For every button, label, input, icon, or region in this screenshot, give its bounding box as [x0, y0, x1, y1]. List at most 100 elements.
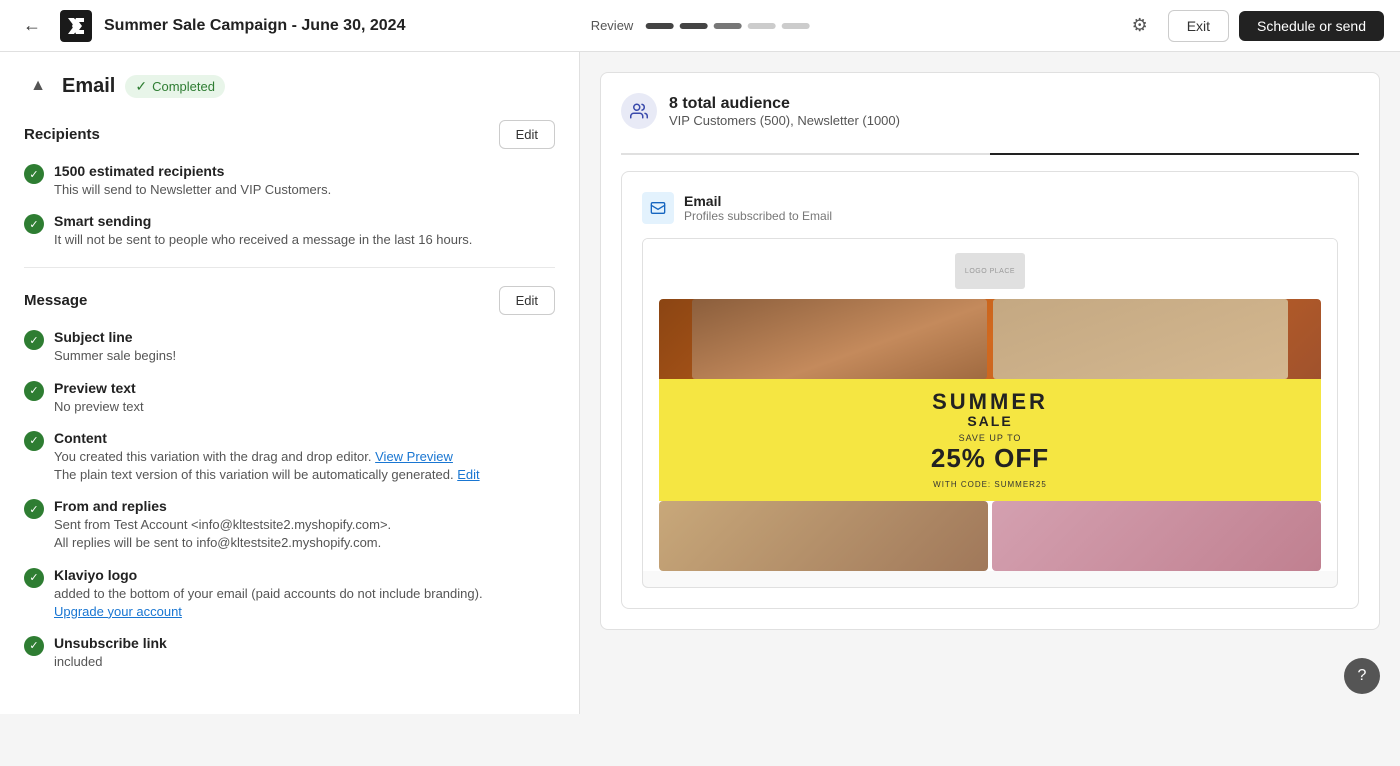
progress-dot-5	[781, 23, 809, 29]
email-card-info: Email Profiles subscribed to Email	[684, 193, 832, 223]
product-image-1	[659, 501, 988, 571]
progress-bar-container: Review	[591, 18, 810, 33]
logo-block: LOGO PLACE	[955, 253, 1025, 289]
settings-button[interactable]: ⚙	[1122, 8, 1158, 44]
content-item: ✓ Content You created this variation wit…	[24, 430, 555, 484]
sale-text-block: SUMMER SALE SAVE UP TO 25% OFF WITH CODE…	[659, 379, 1321, 501]
audience-info: 8 total audience VIP Customers (500), Ne…	[669, 95, 900, 128]
audience-card: 8 total audience VIP Customers (500), Ne…	[600, 72, 1380, 630]
collapse-button[interactable]: ▲	[24, 72, 52, 100]
sale-summer-text: SUMMER	[679, 391, 1301, 413]
klaviyo-logo-desc: added to the bottom of your email (paid …	[54, 585, 483, 621]
unsubscribe-content: Unsubscribe link included	[54, 635, 167, 671]
email-preview: LOGO PLACE	[643, 239, 1337, 571]
content-check-content: Content You created this variation with …	[54, 430, 480, 484]
audience-total: 8 total audience	[669, 95, 900, 113]
audience-sub: VIP Customers (500), Newsletter (1000)	[669, 113, 900, 128]
from-replies-item: ✓ From and replies Sent from Test Accoun…	[24, 498, 555, 552]
klaviyo-logo	[60, 10, 92, 42]
check-circle-icon: ✓	[135, 78, 147, 95]
recipients-edit-button[interactable]: Edit	[499, 120, 555, 149]
preview-text-desc: No preview text	[54, 398, 144, 416]
recipients-check-item-1: ✓ 1500 estimated recipients This will se…	[24, 163, 555, 199]
progress-label: Review	[591, 18, 634, 33]
product-image-2	[992, 501, 1321, 571]
sale-hero-image	[659, 299, 1321, 379]
subject-line-content: Subject line Summer sale begins!	[54, 329, 176, 365]
sale-save-text: SAVE UP TO	[679, 433, 1301, 443]
sale-code-text: WITH CODE: SUMMER25	[679, 480, 1301, 489]
klaviyo-logo-title: Klaviyo logo	[54, 567, 483, 583]
logo-placeholder-text: LOGO PLACE	[965, 268, 1015, 275]
main-layout: ▲ Email ✓ Completed Recipients Edit ✓ 15…	[0, 52, 1400, 714]
check-icon-content: ✓	[24, 431, 44, 451]
back-icon: ←	[23, 15, 41, 36]
message-edit-button[interactable]: Edit	[499, 286, 555, 315]
email-card-header: Email Profiles subscribed to Email	[642, 192, 1338, 224]
product-grid	[659, 501, 1321, 571]
subject-line-item: ✓ Subject line Summer sale begins!	[24, 329, 555, 365]
progress-dot-2	[679, 23, 707, 29]
left-panel: ▲ Email ✓ Completed Recipients Edit ✓ 15…	[0, 52, 580, 714]
subject-line-title: Subject line	[54, 329, 176, 345]
campaign-title: Summer Sale Campaign - June 30, 2024	[104, 17, 405, 35]
klaviyo-logo-item: ✓ Klaviyo logo added to the bottom of yo…	[24, 567, 555, 621]
from-replies-content: From and replies Sent from Test Account …	[54, 498, 391, 552]
recipients-check-item-2: ✓ Smart sending It will not be sent to p…	[24, 213, 555, 249]
check-icon-2: ✓	[24, 214, 44, 234]
subject-line-desc: Summer sale begins!	[54, 347, 176, 365]
progress-dot-3	[713, 23, 741, 29]
nav-right: ⚙ Exit Schedule or send	[1122, 8, 1384, 44]
email-section-label: Email	[62, 75, 115, 98]
logo-placeholder: LOGO PLACE	[955, 253, 1025, 289]
tab-item-1[interactable]	[621, 137, 990, 155]
check-icon-subject: ✓	[24, 330, 44, 350]
content-desc: You created this variation with the drag…	[54, 448, 480, 484]
view-preview-link[interactable]: View Preview	[375, 449, 453, 464]
hero-left	[692, 299, 987, 379]
email-card-subtitle: Profiles subscribed to Email	[684, 209, 832, 223]
nav-left: ← Summer Sale Campaign - June 30, 2024	[16, 10, 405, 42]
right-panel: 8 total audience VIP Customers (500), Ne…	[580, 52, 1400, 714]
check-icon-1: ✓	[24, 164, 44, 184]
help-icon: ?	[1358, 667, 1367, 685]
recipients-title: Recipients	[24, 126, 100, 143]
sale-sale-text: SALE	[679, 413, 1301, 429]
upgrade-account-link[interactable]: Upgrade your account	[54, 604, 182, 619]
message-title: Message	[24, 292, 87, 309]
unsubscribe-title: Unsubscribe link	[54, 635, 167, 651]
klaviyo-logo-content: Klaviyo logo added to the bottom of your…	[54, 567, 483, 621]
top-nav: ← Summer Sale Campaign - June 30, 2024 R…	[0, 0, 1400, 52]
progress-dot-4	[747, 23, 775, 29]
from-replies-desc: Sent from Test Account <info@kltestsite2…	[54, 516, 391, 552]
audience-icon	[621, 93, 657, 129]
sale-percent-text: 25% OFF	[679, 443, 1301, 474]
schedule-or-send-button[interactable]: Schedule or send	[1239, 11, 1384, 41]
email-preview-container: LOGO PLACE	[642, 238, 1338, 588]
hero-right	[993, 299, 1288, 379]
recipients-section-header: Recipients Edit	[24, 120, 555, 149]
email-header: ▲ Email ✓ Completed	[24, 72, 555, 100]
smart-sending-title: Smart sending	[54, 213, 472, 229]
content-title: Content	[54, 430, 480, 446]
recipients-check-content-1: 1500 estimated recipients This will send…	[54, 163, 331, 199]
back-button[interactable]: ←	[16, 10, 48, 42]
settings-icon: ⚙	[1132, 15, 1148, 36]
unsubscribe-item: ✓ Unsubscribe link included	[24, 635, 555, 671]
completed-text: Completed	[152, 79, 215, 94]
unsubscribe-desc: included	[54, 653, 167, 671]
email-card-icon	[642, 192, 674, 224]
progress-dots	[645, 23, 809, 29]
completed-badge: ✓ Completed	[125, 75, 225, 98]
help-button[interactable]: ?	[1344, 658, 1380, 694]
exit-button[interactable]: Exit	[1168, 10, 1229, 42]
edit-plain-text-link[interactable]: Edit	[457, 467, 479, 482]
message-section-header: Message Edit	[24, 286, 555, 315]
from-replies-title: From and replies	[54, 498, 391, 514]
smart-sending-content: Smart sending It will not be sent to peo…	[54, 213, 472, 249]
progress-dot-1	[645, 23, 673, 29]
tab-item-2[interactable]	[990, 137, 1359, 155]
estimated-recipients-desc: This will send to Newsletter and VIP Cus…	[54, 181, 331, 199]
estimated-recipients-title: 1500 estimated recipients	[54, 163, 331, 179]
check-icon-from: ✓	[24, 499, 44, 519]
